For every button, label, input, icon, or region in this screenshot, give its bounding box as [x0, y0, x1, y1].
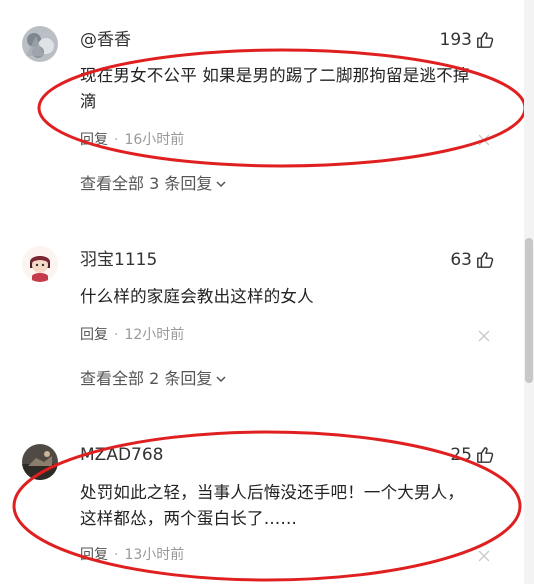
comment-item: @香香 193 现在男女不公平 如果是男的踢了二脚那拘留是逃不掉 滴 回复 · 16… — [0, 0, 534, 210]
username[interactable]: @香香 — [80, 29, 131, 51]
scrollbar-thumb[interactable] — [525, 238, 533, 383]
close-icon[interactable] — [478, 134, 490, 146]
reply-button[interactable]: 回复 — [80, 547, 108, 563]
like-button[interactable]: 25 — [450, 444, 494, 466]
view-all-replies-link[interactable]: 查看全部 3 条回复 — [80, 174, 227, 194]
avatar[interactable] — [22, 444, 58, 480]
comment-meta: 回复 · 16小时前 — [80, 131, 184, 149]
like-button[interactable]: 193 — [440, 29, 494, 51]
comment-item: MZAD768 25 处罚如此之轻，当事人后悔没还手吧！一个大男人， 这样都怂，… — [0, 420, 534, 584]
comment-meta: 回复 · 13小时前 — [80, 546, 184, 564]
username[interactable]: MZAD768 — [80, 444, 163, 466]
comment-text: 处罚如此之轻，当事人后悔没还手吧！一个大男人， 这样都怂，两个蛋白长了…… — [80, 480, 500, 532]
avatar[interactable] — [22, 26, 58, 62]
close-icon[interactable] — [478, 330, 490, 342]
like-count: 63 — [450, 250, 472, 270]
avatar[interactable] — [22, 246, 58, 282]
comment-text-line: 这样都怂，两个蛋白长了…… — [80, 509, 298, 528]
chevron-down-icon — [216, 376, 226, 383]
separator-dot: · — [114, 547, 119, 563]
separator-dot: · — [114, 327, 119, 343]
comment-text-line: 滴 — [80, 92, 97, 111]
like-button[interactable]: 63 — [450, 249, 494, 271]
comment-text-line: 处罚如此之轻，当事人后悔没还手吧！一个大男人， — [80, 483, 465, 502]
timestamp: 13小时前 — [124, 547, 185, 563]
comment-item: 羽宝1115 63 什么样的家庭会教出这样的女人 回复 · 12小时前 查看全部 2… — [0, 230, 534, 400]
comment-text: 什么样的家庭会教出这样的女人 — [80, 284, 500, 310]
like-count: 193 — [439, 30, 472, 50]
reply-button[interactable]: 回复 — [80, 327, 108, 343]
thumbs-up-icon — [477, 447, 494, 463]
like-count: 25 — [450, 445, 472, 465]
comment-list-page: @香香 193 现在男女不公平 如果是男的踢了二脚那拘留是逃不掉 滴 回复 · 16… — [0, 0, 534, 584]
thumbs-up-icon — [477, 252, 494, 268]
close-icon[interactable] — [478, 550, 490, 562]
comment-text-line: 什么样的家庭会教出这样的女人 — [80, 287, 314, 306]
thumbs-up-icon — [477, 32, 494, 48]
chevron-down-icon — [216, 181, 226, 188]
view-replies-label: 查看全部 2 条回复 — [80, 369, 213, 388]
view-all-replies-link[interactable]: 查看全部 2 条回复 — [80, 369, 227, 389]
timestamp: 12小时前 — [124, 327, 185, 343]
separator-dot: · — [114, 132, 119, 148]
view-replies-label: 查看全部 3 条回复 — [80, 174, 213, 193]
comment-text-line: 现在男女不公平 如果是男的踢了二脚那拘留是逃不掉 — [80, 66, 470, 85]
comment-text: 现在男女不公平 如果是男的踢了二脚那拘留是逃不掉 滴 — [80, 63, 500, 115]
comment-meta: 回复 · 12小时前 — [80, 326, 184, 344]
username[interactable]: 羽宝1115 — [80, 249, 157, 271]
reply-button[interactable]: 回复 — [80, 132, 108, 148]
timestamp: 16小时前 — [124, 132, 185, 148]
